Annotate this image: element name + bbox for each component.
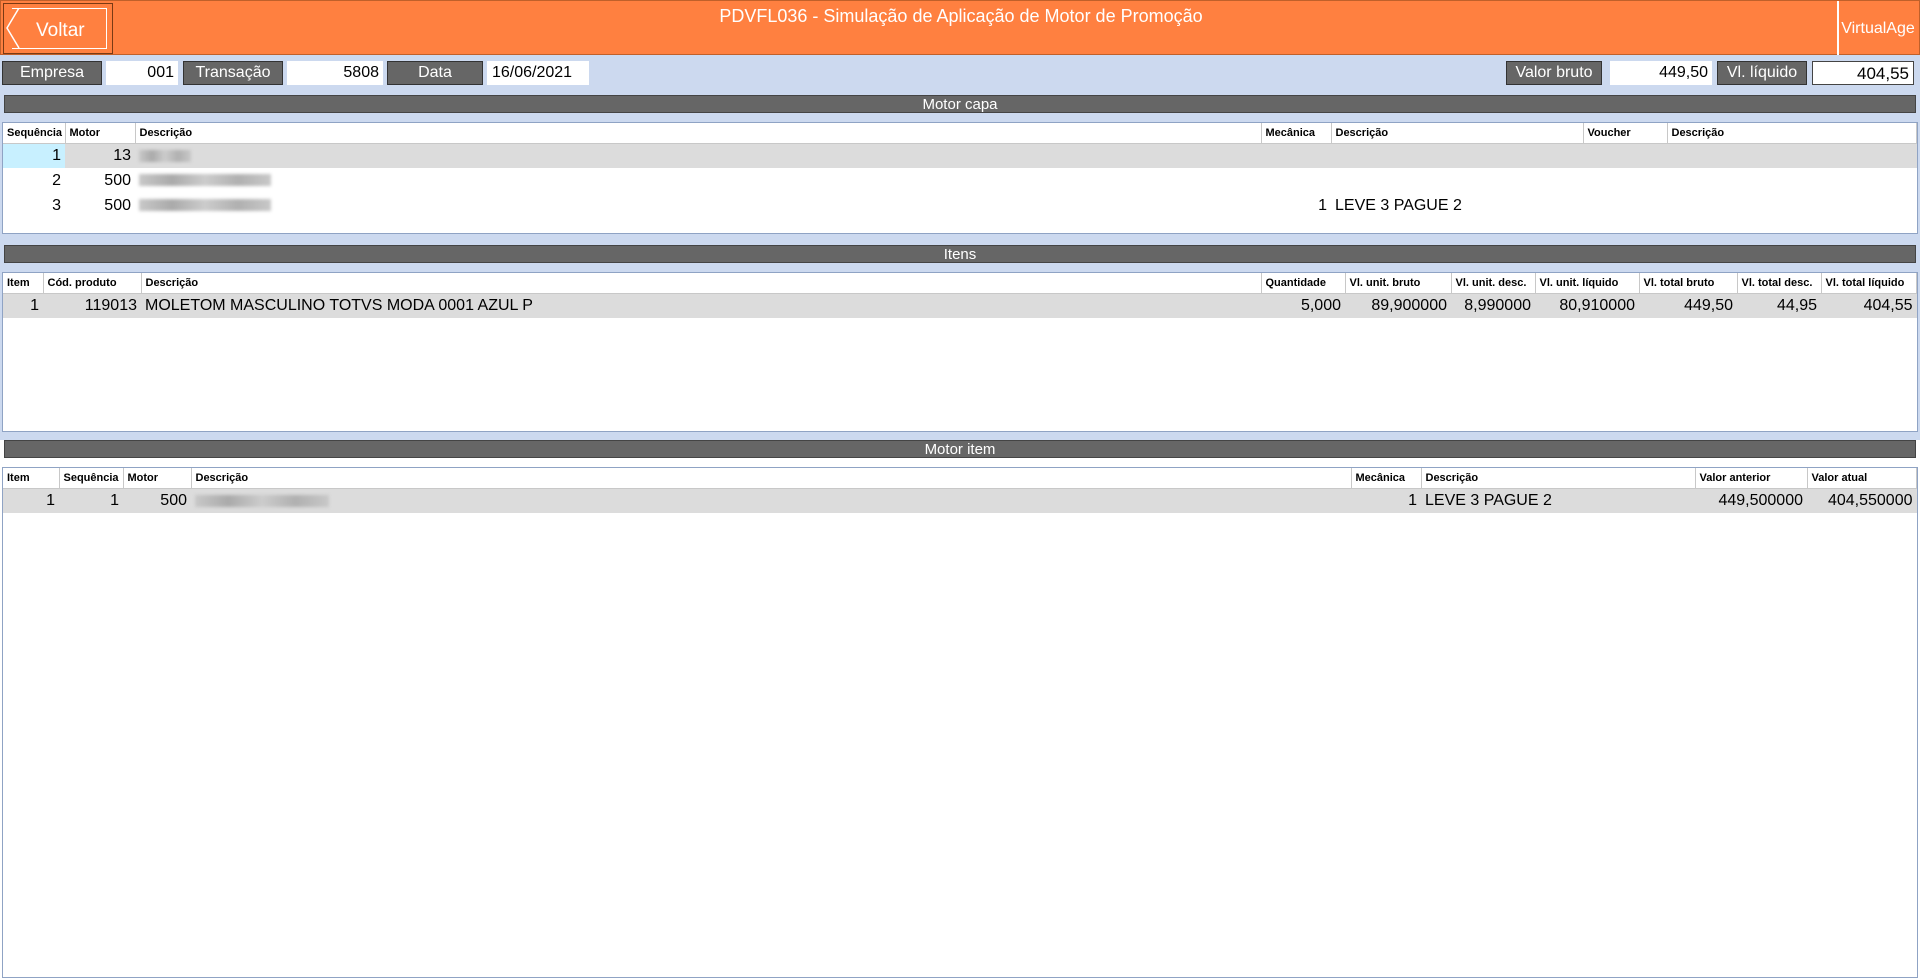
cell-vl-unit-bruto[interactable]: 89,900000 bbox=[1345, 293, 1451, 318]
col-vl-total-bruto[interactable]: Vl. total bruto bbox=[1639, 273, 1738, 294]
redacted-text bbox=[139, 174, 271, 187]
brand-button[interactable]: VirtualAge bbox=[1837, 1, 1917, 56]
cell-cod-produto[interactable]: 119013 bbox=[43, 293, 141, 318]
cell-descricao-redacted[interactable] bbox=[191, 488, 1351, 513]
app-header: Voltar PDVFL036 - Simulação de Aplicação… bbox=[0, 0, 1920, 56]
motor-item-grid[interactable]: Item Sequência Motor Descrição Mecânica … bbox=[2, 467, 1918, 978]
cell-mecanica-descricao[interactable] bbox=[1331, 143, 1583, 168]
col-vl-unit-liquido[interactable]: Vl. unit. líquido bbox=[1535, 273, 1640, 294]
cell-mecanica[interactable]: 1 bbox=[1351, 488, 1421, 513]
cell-valor-atual[interactable]: 404,550000 bbox=[1807, 488, 1917, 513]
col-descricao[interactable]: Descrição bbox=[135, 123, 1262, 144]
col-sequencia[interactable]: Sequência bbox=[59, 468, 124, 489]
motor-capa-grid[interactable]: Sequência Motor Descrição Mecânica Descr… bbox=[2, 122, 1918, 234]
cell-voucher[interactable] bbox=[1583, 193, 1667, 218]
col-mecanica[interactable]: Mecânica bbox=[1351, 468, 1422, 489]
valor-bruto-field[interactable]: 449,50 bbox=[1610, 61, 1712, 85]
cell-motor[interactable]: 500 bbox=[65, 168, 135, 193]
cell-sequencia[interactable]: 2 bbox=[3, 168, 65, 193]
cell-vl-total-desc[interactable]: 44,95 bbox=[1737, 293, 1821, 318]
col-mecanica-descricao[interactable]: Descrição bbox=[1421, 468, 1696, 489]
col-motor[interactable]: Motor bbox=[123, 468, 192, 489]
col-descricao[interactable]: Descrição bbox=[141, 273, 1262, 294]
col-quantidade[interactable]: Quantidade bbox=[1261, 273, 1346, 294]
table-row[interactable]: 2 500 bbox=[3, 168, 1917, 193]
vl-liquido-label: Vl. líquido bbox=[1717, 61, 1807, 85]
cell-descricao-redacted[interactable] bbox=[135, 143, 1261, 168]
empresa-label: Empresa bbox=[2, 61, 102, 85]
table-row[interactable]: 1 1 500 1 LEVE 3 PAGUE 2 449,500000 404,… bbox=[3, 488, 1917, 513]
col-item[interactable]: Item bbox=[3, 273, 44, 294]
cell-voucher-descricao[interactable] bbox=[1667, 168, 1917, 193]
redacted-text bbox=[139, 149, 191, 162]
col-valor-atual[interactable]: Valor atual bbox=[1807, 468, 1917, 489]
col-vl-unit-bruto[interactable]: Vl. unit. bruto bbox=[1345, 273, 1452, 294]
cell-sequencia[interactable]: 1 bbox=[59, 488, 123, 513]
cell-item[interactable]: 1 bbox=[3, 488, 59, 513]
itens-title: Itens bbox=[4, 245, 1916, 263]
itens-grid[interactable]: Item Cód. produto Descrição Quantidade V… bbox=[2, 272, 1918, 432]
col-motor[interactable]: Motor bbox=[65, 123, 136, 144]
col-sequencia[interactable]: Sequência bbox=[3, 123, 66, 144]
table-row[interactable]: 3 500 1 LEVE 3 PAGUE 2 bbox=[3, 193, 1917, 218]
col-vl-unit-desc[interactable]: Vl. unit. desc. bbox=[1451, 273, 1536, 294]
motor-capa-title: Motor capa bbox=[4, 95, 1916, 113]
cell-sequencia[interactable]: 3 bbox=[3, 193, 65, 218]
cell-mecanica-descricao[interactable]: LEVE 3 PAGUE 2 bbox=[1421, 488, 1695, 513]
cell-voucher[interactable] bbox=[1583, 143, 1667, 168]
cell-valor-anterior[interactable]: 449,500000 bbox=[1695, 488, 1807, 513]
col-voucher[interactable]: Voucher bbox=[1583, 123, 1668, 144]
cell-mecanica-descricao[interactable] bbox=[1331, 168, 1583, 193]
transacao-field[interactable]: 5808 bbox=[287, 61, 383, 85]
cell-motor[interactable]: 500 bbox=[65, 193, 135, 218]
redacted-text bbox=[139, 199, 271, 212]
col-descricao[interactable]: Descrição bbox=[191, 468, 1352, 489]
motor-item-title: Motor item bbox=[4, 440, 1916, 458]
cell-vl-total-liquido[interactable]: 404,55 bbox=[1821, 293, 1917, 318]
cell-mecanica[interactable]: 1 bbox=[1261, 193, 1331, 218]
cell-descricao-redacted[interactable] bbox=[135, 168, 1261, 193]
cell-descricao[interactable]: MOLETOM MASCULINO TOTVS MODA 0001 AZUL P bbox=[141, 293, 1261, 318]
col-vl-total-liquido[interactable]: Vl. total líquido bbox=[1821, 273, 1917, 294]
transacao-label: Transação bbox=[183, 61, 283, 85]
empresa-field[interactable]: 001 bbox=[106, 61, 178, 85]
vl-liquido-field[interactable]: 404,55 bbox=[1812, 61, 1914, 85]
cell-sequencia[interactable]: 1 bbox=[3, 143, 65, 168]
cell-mecanica-descricao[interactable]: LEVE 3 PAGUE 2 bbox=[1331, 193, 1583, 218]
col-mecanica[interactable]: Mecânica bbox=[1261, 123, 1332, 144]
cell-descricao-redacted[interactable] bbox=[135, 193, 1261, 218]
cell-voucher[interactable] bbox=[1583, 168, 1667, 193]
info-bar: Empresa 001 Transação 5808 Data 16/06/20… bbox=[0, 55, 1920, 90]
col-item[interactable]: Item bbox=[3, 468, 60, 489]
cell-quantidade[interactable]: 5,000 bbox=[1261, 293, 1345, 318]
data-field[interactable]: 16/06/2021 bbox=[487, 61, 589, 85]
col-voucher-descricao[interactable]: Descrição bbox=[1667, 123, 1917, 144]
cell-vl-unit-desc[interactable]: 8,990000 bbox=[1451, 293, 1535, 318]
cell-vl-unit-liquido[interactable]: 80,910000 bbox=[1535, 293, 1639, 318]
col-valor-anterior[interactable]: Valor anterior bbox=[1695, 468, 1808, 489]
cell-vl-total-bruto[interactable]: 449,50 bbox=[1639, 293, 1737, 318]
cell-mecanica[interactable] bbox=[1261, 143, 1331, 168]
cell-motor[interactable]: 13 bbox=[65, 143, 135, 168]
cell-mecanica[interactable] bbox=[1261, 168, 1331, 193]
cell-voucher-descricao[interactable] bbox=[1667, 193, 1917, 218]
col-cod-produto[interactable]: Cód. produto bbox=[43, 273, 142, 294]
table-row[interactable]: 1 13 bbox=[3, 143, 1917, 168]
col-vl-total-desc[interactable]: Vl. total desc. bbox=[1737, 273, 1822, 294]
cell-item[interactable]: 1 bbox=[3, 293, 43, 318]
redacted-text bbox=[195, 494, 329, 507]
page-title: PDVFL036 - Simulação de Aplicação de Mot… bbox=[719, 6, 1203, 26]
cell-voucher-descricao[interactable] bbox=[1667, 143, 1917, 168]
data-label: Data bbox=[387, 61, 483, 85]
cell-motor[interactable]: 500 bbox=[123, 488, 191, 513]
valor-bruto-label: Valor bruto bbox=[1506, 61, 1602, 85]
col-mecanica-descricao[interactable]: Descrição bbox=[1331, 123, 1584, 144]
table-row[interactable]: 1 119013 MOLETOM MASCULINO TOTVS MODA 00… bbox=[3, 293, 1917, 318]
